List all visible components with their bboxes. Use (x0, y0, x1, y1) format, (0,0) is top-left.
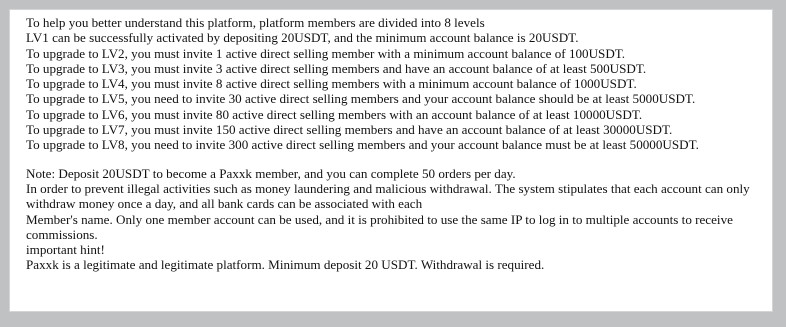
level-7-rule: To upgrade to LV7, you must invite 150 a… (26, 122, 673, 138)
levels-intro: To help you better understand this platf… (26, 15, 485, 30)
level-8-rule: To upgrade to LV8, you need to invite 30… (26, 137, 699, 153)
important-hint: important hint! (26, 242, 105, 258)
level-3-rule: To upgrade to LV3, you must invite 3 act… (26, 60, 647, 76)
level-4-rule: To upgrade to LV4, you must invite 8 act… (26, 76, 637, 92)
platform-statement: Paxxk is a legitimate and legitimate pla… (26, 257, 545, 273)
account-rule: Member's name. Only one member account c… (26, 211, 733, 242)
level-1-rule: LV1 can be successfully activated by dep… (26, 30, 579, 46)
withdrawal-rule: In order to prevent illegal activities s… (26, 180, 750, 212)
level-5-rule: To upgrade to LV5, you need to invite 30… (26, 91, 696, 107)
level-2-rule: To upgrade to LV2, you must invite 1 act… (26, 45, 626, 61)
deposit-note: Note: Deposit 20USDT to become a Paxxk m… (26, 165, 516, 181)
info-panel: To help you better understand this platf… (9, 9, 773, 312)
level-6-rule: To upgrade to LV6, you must invite 80 ac… (26, 106, 643, 122)
